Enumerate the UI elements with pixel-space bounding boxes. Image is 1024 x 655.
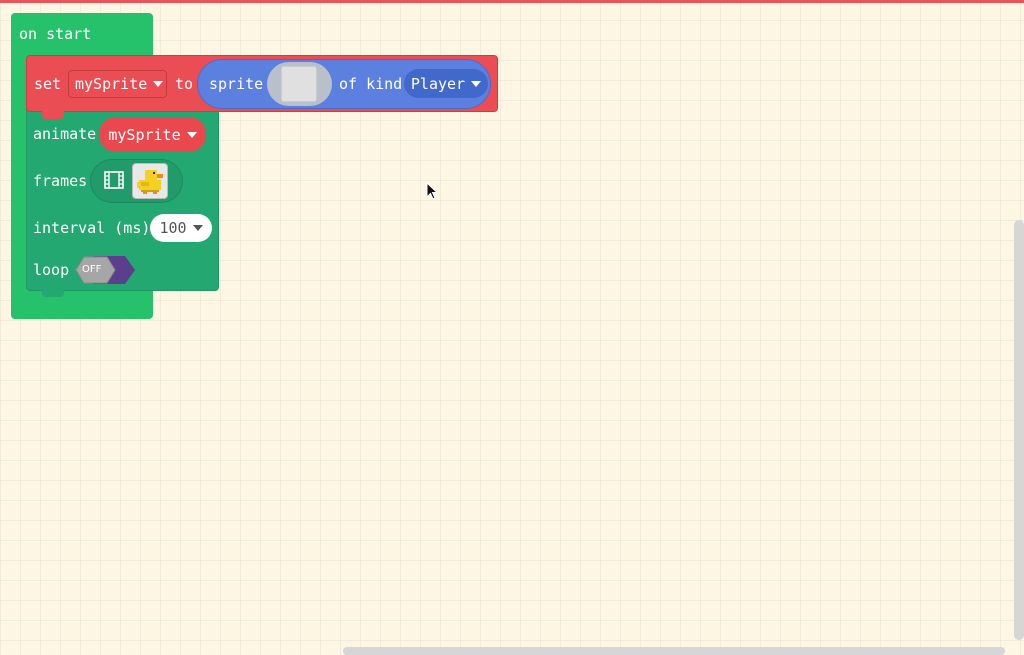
of-kind-label: of kind	[339, 75, 403, 93]
animate-keyword: animate	[33, 125, 97, 143]
interval-value: 100	[159, 219, 187, 237]
sprite-label: sprite	[209, 75, 264, 93]
set-variable-dropdown[interactable]: mySprite	[68, 70, 167, 98]
to-keyword: to	[175, 75, 194, 93]
caret-down-icon	[186, 131, 197, 138]
top-accent-bar	[0, 0, 1024, 3]
mouse-pointer-icon	[426, 182, 438, 200]
vertical-scrollbar[interactable]	[1014, 220, 1024, 640]
frames-label: frames	[33, 172, 88, 190]
on-start-label: on start	[19, 25, 92, 43]
interval-label: interval (ms)	[33, 219, 151, 237]
set-keyword: set	[34, 75, 62, 93]
animate-variable-dropdown[interactable]: mySprite	[99, 117, 206, 152]
loop-toggle[interactable]: OFF	[75, 256, 135, 284]
caret-down-icon	[192, 225, 203, 231]
loop-toggle-value: OFF	[82, 264, 102, 275]
set-variable-label: mySprite	[75, 75, 148, 93]
caret-down-icon	[153, 81, 164, 87]
kind-value: Player	[410, 74, 466, 93]
duck-sprite-icon[interactable]	[132, 163, 168, 199]
horizontal-scrollbar[interactable]	[343, 647, 1005, 655]
loop-label: loop	[33, 261, 70, 279]
on-start-block-footer	[11, 290, 153, 319]
caret-down-icon	[471, 80, 482, 87]
set-block-notch	[42, 110, 64, 119]
on-start-block-arm	[11, 55, 27, 297]
animate-block-notch	[42, 289, 64, 297]
kind-dropdown[interactable]: Player	[404, 69, 488, 98]
interval-dropdown[interactable]: 100	[150, 214, 212, 242]
film-strip-icon[interactable]	[104, 171, 124, 189]
empty-sprite-image-icon[interactable]	[281, 66, 317, 102]
animate-variable-label: mySprite	[108, 125, 181, 144]
